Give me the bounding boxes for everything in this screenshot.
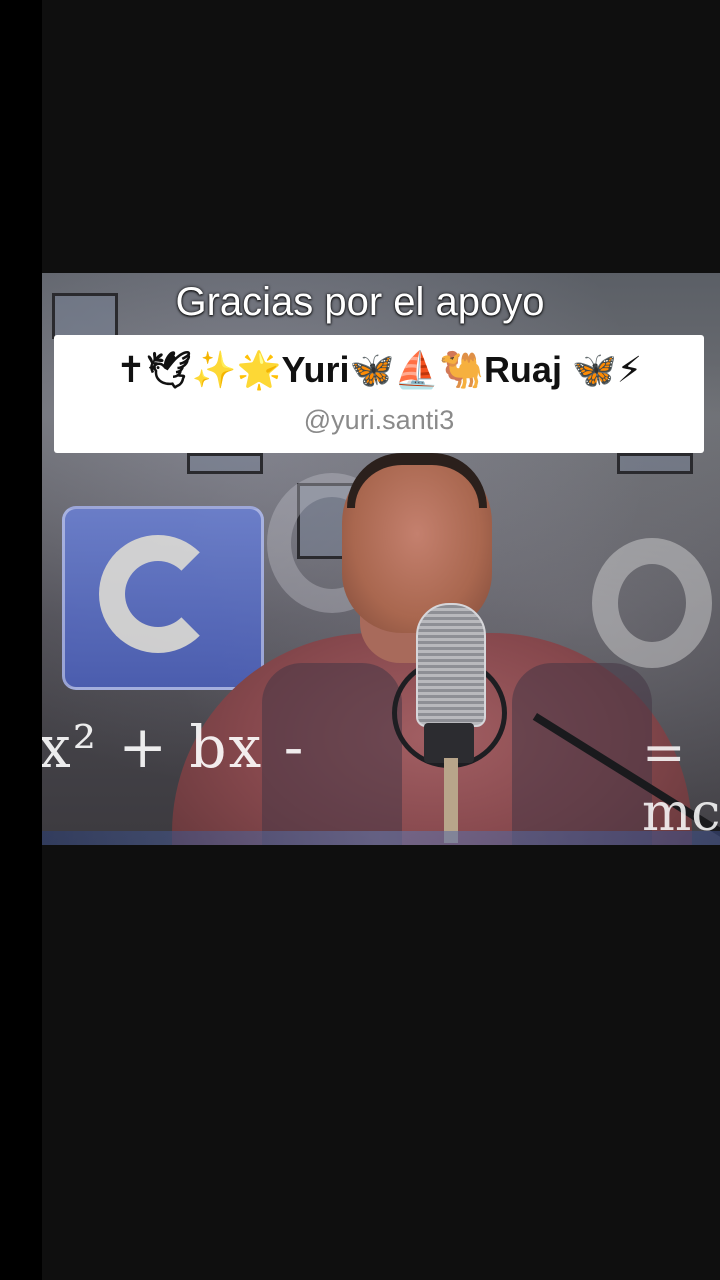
left-edge-bar: [0, 0, 42, 1280]
video-screen[interactable]: x² + bx - = mc Gracias por el apoyo ✝🕊✨🌟…: [0, 0, 720, 1280]
video-caption: Gracias por el apoyo: [175, 280, 545, 324]
wall-picture-frame: [617, 453, 693, 474]
comment-reply-card[interactable]: ✝🕊✨🌟Yuri🦋⛵🐫Ruaj 🦋⚡ @yuri.santi3: [54, 335, 704, 453]
microphone-base: [424, 723, 474, 763]
c-letter-ring-icon: [99, 535, 217, 653]
comment-handle[interactable]: @yuri.santi3: [54, 405, 704, 436]
ghost-ring-shape: [592, 538, 712, 668]
video-bottom-strip: [42, 831, 720, 845]
person-vest-right: [512, 663, 652, 845]
math-formula-right: = mc: [642, 723, 720, 843]
wall-picture-frame: [187, 453, 263, 474]
comment-username-title: ✝🕊✨🌟Yuri🦋⛵🐫Ruaj 🦋⚡: [115, 349, 643, 390]
math-formula-left: x² + bx -: [42, 713, 306, 781]
c-letter-logo: [62, 506, 264, 690]
microphone-icon: [416, 603, 486, 727]
